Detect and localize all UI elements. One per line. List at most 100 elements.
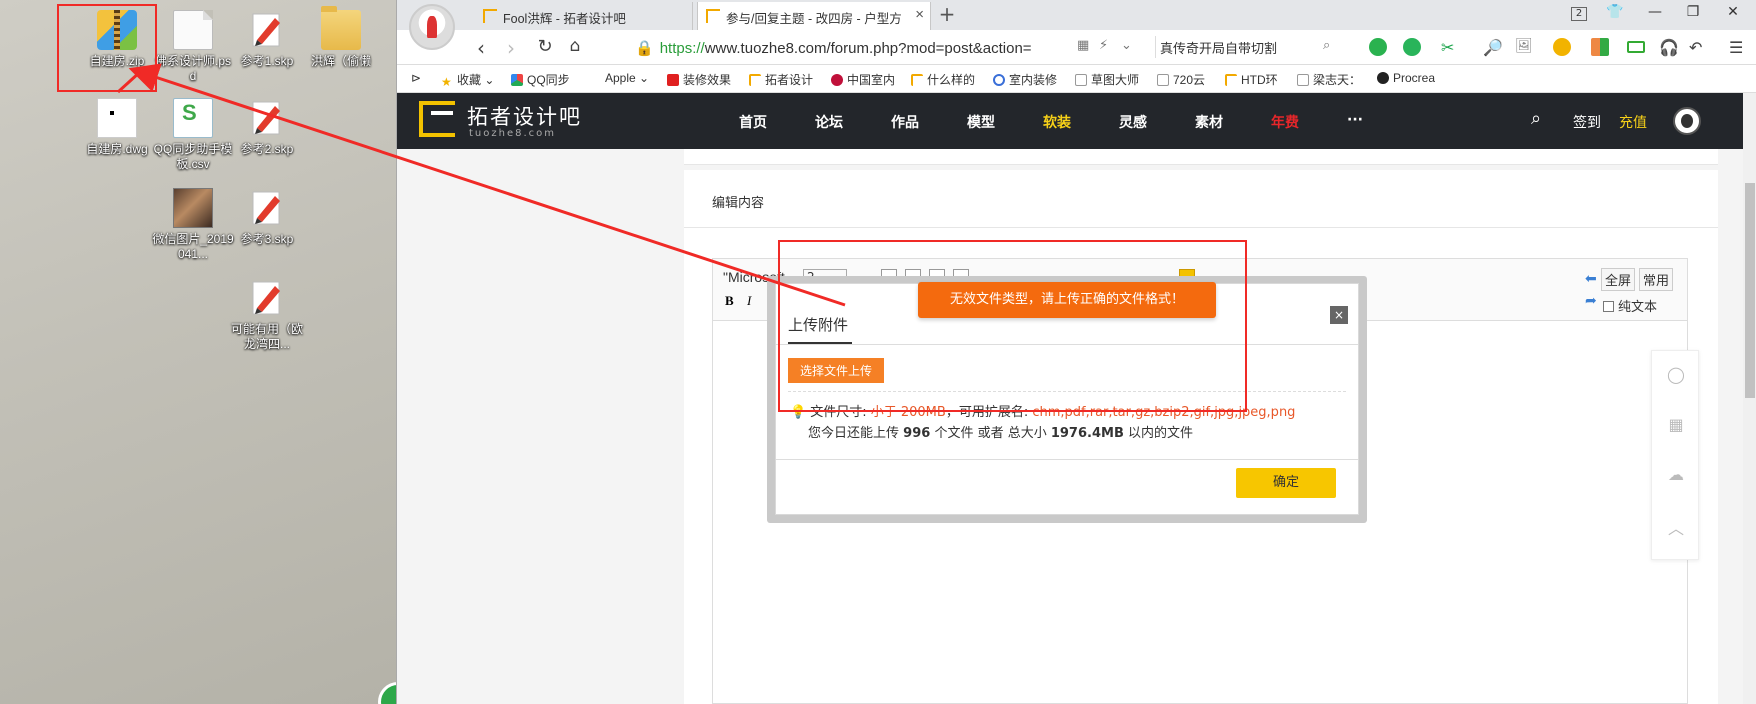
plaintext-toggle[interactable]: 纯文本 bbox=[1603, 296, 1657, 315]
italic-button[interactable]: I bbox=[747, 293, 751, 309]
desktop-icon-folder[interactable]: 洪辉（偷懒 bbox=[300, 6, 382, 69]
address-bar: ‹ › ↻ ⌂ 🔒 https://www.tuozhe8.com/forum.p… bbox=[397, 30, 1756, 65]
nav-soft-decor[interactable]: 软装 bbox=[1043, 112, 1071, 132]
bookmark-procreate[interactable]: Procrea bbox=[1377, 71, 1435, 85]
tuozhe-logo-icon[interactable] bbox=[419, 101, 455, 137]
sketchup-file-icon bbox=[247, 188, 287, 228]
bookmark-interior-deco[interactable]: 室内装修 bbox=[993, 71, 1057, 88]
folder-icon bbox=[321, 6, 361, 50]
cloud-upload-icon[interactable]: ☁ bbox=[1666, 465, 1686, 485]
dwg-file-icon bbox=[97, 98, 137, 138]
dialog-close-button[interactable]: × bbox=[1330, 306, 1348, 324]
translate-ext-icon[interactable] bbox=[1403, 38, 1421, 56]
desktop-icon-skp2[interactable]: 参考2.skp bbox=[226, 98, 308, 157]
desktop-icon-skp3[interactable]: 参考3.skp bbox=[226, 188, 308, 247]
forward-arrow-icon: ➦ bbox=[1585, 293, 1597, 309]
shirt-skin-icon[interactable]: 👕 bbox=[1603, 4, 1627, 20]
apps-ext-icon[interactable] bbox=[1591, 38, 1609, 56]
page-scrollbar[interactable] bbox=[1743, 93, 1756, 704]
bookmark-favorites[interactable]: ★ 收藏 ⌄ bbox=[441, 71, 494, 88]
new-tab-button[interactable]: + bbox=[935, 2, 959, 26]
tab-fool[interactable]: Fool洪辉 - 拓者设计吧 bbox=[475, 2, 693, 30]
tuozhe-favicon-icon bbox=[749, 74, 761, 86]
bookmark-what-kind[interactable]: 什么样的 bbox=[911, 71, 975, 88]
editor-section-title: 编辑内容 bbox=[712, 196, 765, 211]
desktop-icon-psd[interactable]: 佛系设计师.psd bbox=[152, 10, 234, 84]
psd-file-icon bbox=[173, 10, 213, 50]
nav-forum[interactable]: 论坛 bbox=[815, 112, 843, 132]
back-button[interactable]: ‹ bbox=[469, 36, 493, 60]
confirm-button[interactable]: 确定 bbox=[1236, 468, 1336, 498]
desktop-icon-wechat-image[interactable]: 微信图片_2019041... bbox=[152, 188, 234, 262]
back-to-top-icon[interactable]: ︿ bbox=[1666, 515, 1686, 538]
restore-button[interactable]: ❐ bbox=[1681, 4, 1705, 20]
nav-works[interactable]: 作品 bbox=[891, 112, 919, 132]
home-button[interactable]: ⌂ bbox=[563, 36, 587, 56]
recharge-link[interactable]: 充值 bbox=[1619, 112, 1647, 132]
bold-button[interactable]: B bbox=[725, 293, 734, 309]
page-icon bbox=[1075, 74, 1087, 86]
qq-chat-icon[interactable]: ◯ bbox=[1666, 365, 1686, 385]
bookmark-apple[interactable]: Apple ⌄ bbox=[589, 71, 649, 85]
side-float-toolbar: ◯ ▦ ☁ ︿ bbox=[1651, 350, 1699, 560]
grid-apps-icon[interactable]: ▦ bbox=[1077, 38, 1089, 53]
decoration-site-icon bbox=[667, 74, 679, 86]
search-icon[interactable]: ⌕ bbox=[1323, 38, 1330, 53]
bookmark-liang[interactable]: 梁志天： bbox=[1297, 71, 1361, 88]
tab-close-icon[interactable]: × bbox=[915, 6, 924, 23]
bookmark-720[interactable]: 720云 bbox=[1157, 71, 1205, 88]
minimize-button[interactable]: — bbox=[1643, 4, 1667, 20]
desktop-icon-csv[interactable]: QQ同步助手模板.csv bbox=[152, 98, 234, 172]
qrcode-icon[interactable]: ▦ bbox=[1666, 415, 1686, 435]
desktop-icon-dwg[interactable]: 自建房.dwg bbox=[76, 98, 158, 157]
site-logo-name[interactable]: 拓者设计吧 bbox=[467, 101, 582, 131]
tab-bar: Fool洪辉 - 拓者设计吧 参与/回复主题 - 改四房 - 户型方 × + 2… bbox=[397, 0, 1756, 50]
card-top-strip bbox=[684, 149, 1718, 165]
menu-icon[interactable]: ☰ bbox=[1729, 38, 1747, 57]
signin-link[interactable]: 签到 bbox=[1573, 112, 1601, 132]
close-window-button[interactable]: ✕ bbox=[1721, 4, 1745, 20]
bookmark-qq[interactable]: QQ同步 bbox=[511, 71, 570, 88]
common-button[interactable]: 常用 bbox=[1639, 268, 1674, 291]
battery-ext-icon[interactable] bbox=[1627, 41, 1645, 53]
site-logo-domain: tuozhe8.com bbox=[469, 128, 557, 139]
nav-models[interactable]: 模型 bbox=[967, 112, 995, 132]
search-icon[interactable]: ⌕ bbox=[1531, 108, 1541, 129]
desktop-icon-skp4[interactable]: 可能有用（欧龙湾四... bbox=[226, 278, 308, 352]
bookmark-sketch-master[interactable]: 草图大师 bbox=[1075, 71, 1139, 88]
shield-ext-icon[interactable] bbox=[1553, 38, 1571, 56]
plaintext-checkbox[interactable] bbox=[1603, 301, 1614, 312]
forward-button[interactable]: › bbox=[499, 36, 523, 60]
site-header: 拓者设计吧 tuozhe8.com 首页 论坛 作品 模型 软装 灵感 素材 年… bbox=[397, 93, 1756, 149]
nav-inspiration[interactable]: 灵感 bbox=[1119, 112, 1147, 132]
search-input[interactable]: 真传奇开局自带切割 bbox=[1155, 36, 1335, 58]
undo-icon[interactable]: ↶ bbox=[1689, 38, 1707, 57]
qq-sync-icon bbox=[511, 74, 523, 86]
chat-ext-icon[interactable] bbox=[1369, 38, 1387, 56]
browser-user-avatar[interactable] bbox=[409, 4, 455, 50]
fullscreen-button[interactable]: 全屏 bbox=[1601, 268, 1636, 291]
magnifier-ext-icon[interactable]: 🔎 bbox=[1483, 38, 1503, 57]
tab-count-button[interactable]: 2 bbox=[1567, 4, 1591, 21]
bookmark-htd[interactable]: HTD环 bbox=[1225, 71, 1278, 88]
chevron-down-icon[interactable]: ⌄ bbox=[1121, 38, 1132, 53]
nav-more[interactable]: ··· bbox=[1347, 112, 1363, 128]
tab-reply-active[interactable]: 参与/回复主题 - 改四房 - 户型方 × bbox=[697, 2, 931, 30]
user-avatar[interactable] bbox=[1673, 107, 1701, 135]
desktop-icon-skp1[interactable]: 参考1.skp bbox=[226, 10, 308, 69]
reload-button[interactable]: ↻ bbox=[533, 36, 557, 57]
image-ext-icon[interactable]: 🖼 bbox=[1515, 38, 1533, 56]
lightning-icon[interactable]: ⚡ bbox=[1099, 38, 1108, 53]
url-field[interactable]: 🔒 https://www.tuozhe8.com/forum.php?mod=p… bbox=[635, 39, 1032, 57]
nav-materials[interactable]: 素材 bbox=[1195, 112, 1223, 132]
scrollbar-thumb[interactable] bbox=[1745, 183, 1755, 398]
headphones-icon[interactable]: 🎧 bbox=[1659, 38, 1679, 57]
nav-annual-fee[interactable]: 年费 bbox=[1271, 112, 1299, 132]
scissors-ext-icon[interactable]: ✂ bbox=[1441, 38, 1459, 57]
nav-home[interactable]: 首页 bbox=[739, 112, 767, 132]
bookmarks-toggle-icon[interactable]: ⊳ bbox=[411, 71, 421, 85]
tuozhe-favicon-icon bbox=[1225, 74, 1237, 86]
bookmark-decoration[interactable]: 装修效果 bbox=[667, 71, 731, 88]
bookmark-tuozhe[interactable]: 拓者设计 bbox=[749, 71, 813, 88]
bookmark-china-interior[interactable]: 中国室内 bbox=[831, 71, 895, 88]
